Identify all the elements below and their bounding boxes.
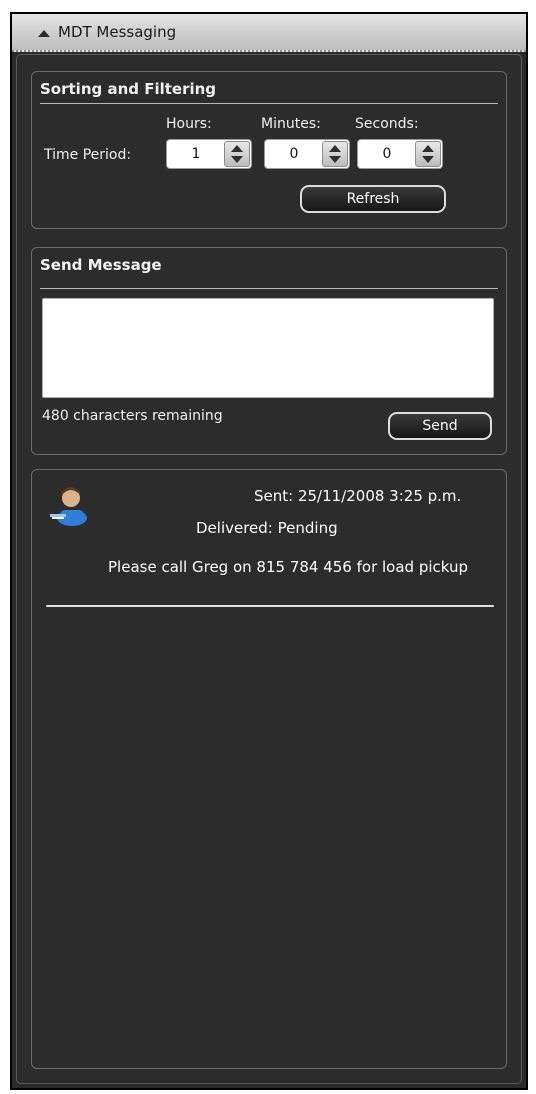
delivery-status: Delivered: Pending (196, 519, 338, 537)
send-message-group: Send Message 480 characters remaining Se… (31, 247, 507, 455)
spin-up-arrow-icon[interactable] (231, 145, 243, 152)
spin-up-arrow-icon[interactable] (329, 145, 341, 152)
hours-spin-buttons[interactable] (224, 141, 250, 167)
spin-down-arrow-icon[interactable] (329, 156, 341, 163)
seconds-value[interactable]: 0 (358, 146, 416, 162)
spin-down-arrow-icon[interactable] (422, 156, 434, 163)
minutes-value[interactable]: 0 (265, 146, 323, 162)
panel-body: Sorting and Filtering Hours: Minutes: Se… (16, 54, 522, 1084)
divider (40, 288, 498, 289)
minutes-stepper[interactable]: 0 (264, 139, 350, 169)
send-message-title: Send Message (40, 256, 162, 274)
mdt-messaging-panel: MDT Messaging Sorting and Filtering Hour… (10, 12, 528, 1090)
spin-up-arrow-icon[interactable] (422, 145, 434, 152)
seconds-label: Seconds: (355, 116, 419, 132)
send-button[interactable]: Send (388, 412, 492, 440)
user-icon (50, 487, 87, 526)
spin-down-arrow-icon[interactable] (231, 156, 243, 163)
hours-label: Hours: (166, 116, 212, 132)
time-period-label: Time Period: (44, 147, 132, 163)
hours-value[interactable]: 1 (167, 146, 225, 162)
sent-timestamp: Sent: 25/11/2008 3:25 p.m. (254, 487, 462, 505)
panel-header[interactable]: MDT Messaging (12, 14, 526, 52)
seconds-stepper[interactable]: 0 (357, 139, 443, 169)
characters-remaining-text: 480 characters remaining (42, 408, 223, 424)
refresh-button[interactable]: Refresh (300, 185, 446, 213)
hours-stepper[interactable]: 1 (166, 139, 252, 169)
minutes-spin-buttons[interactable] (322, 141, 348, 167)
message-list[interactable]: Sent: 25/11/2008 3:25 p.m. Delivered: Pe… (31, 469, 507, 1069)
sorting-filtering-title: Sorting and Filtering (40, 80, 217, 98)
message-divider (46, 605, 494, 607)
message-item[interactable]: Sent: 25/11/2008 3:25 p.m. Delivered: Pe… (32, 470, 508, 610)
collapse-arrow-icon[interactable] (38, 30, 50, 37)
message-body: Please call Greg on 815 784 456 for load… (108, 558, 469, 576)
divider (40, 103, 498, 104)
sorting-filtering-group: Sorting and Filtering Hours: Minutes: Se… (31, 71, 507, 229)
message-input[interactable] (42, 298, 494, 398)
panel-title: MDT Messaging (58, 23, 177, 41)
minutes-label: Minutes: (261, 116, 321, 132)
seconds-spin-buttons[interactable] (415, 141, 441, 167)
